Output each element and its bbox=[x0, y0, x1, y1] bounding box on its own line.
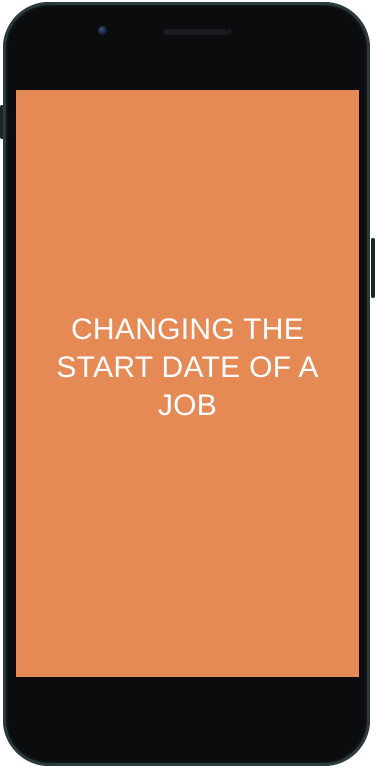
earpiece-speaker bbox=[162, 29, 227, 35]
splash-title: CHANGING THE START DATE OF A JOB bbox=[56, 312, 319, 422]
device-stage: CHANGING THE START DATE OF A JOB bbox=[0, 0, 375, 770]
front-camera-icon bbox=[98, 26, 107, 35]
proximity-sensor bbox=[227, 29, 232, 34]
power-button bbox=[371, 238, 375, 298]
splash-screen: CHANGING THE START DATE OF A JOB bbox=[16, 90, 359, 677]
